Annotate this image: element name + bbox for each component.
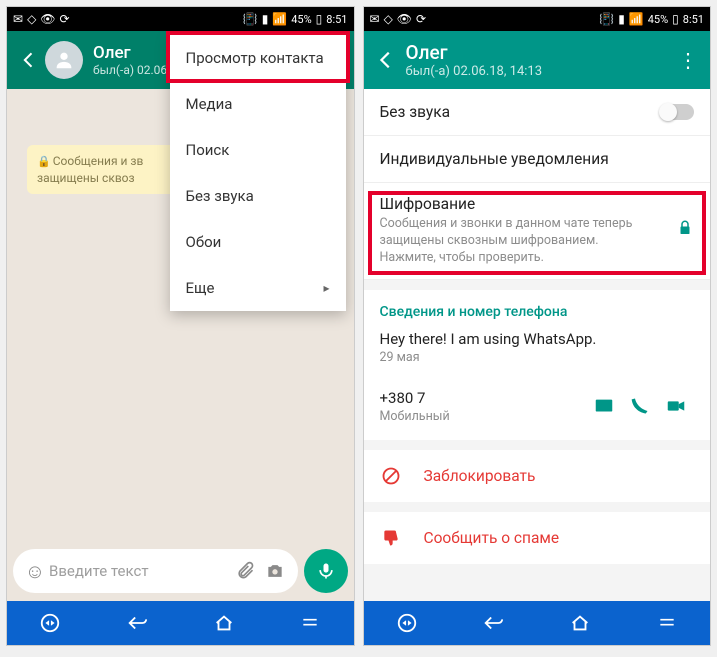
- battery-percent: 45%: [648, 13, 668, 26]
- input-placeholder: Введите текст: [49, 562, 230, 580]
- menu-wallpaper[interactable]: Обои: [170, 219, 346, 265]
- battery-icon: ▯: [316, 13, 323, 25]
- signal-icon: ▮: [618, 13, 625, 25]
- battery-percent: 45%: [291, 13, 311, 26]
- phone-type: Мобильный: [380, 409, 587, 424]
- eye-icon: 👁: [40, 13, 55, 25]
- call-icon[interactable]: [622, 396, 658, 416]
- avatar[interactable]: [45, 41, 83, 79]
- encryption-row[interactable]: Шифрование Сообщения и звонки в данном ч…: [364, 183, 711, 280]
- home-nav-icon[interactable]: [204, 612, 244, 634]
- signal-icon: 📶: [272, 13, 287, 25]
- clock: 8:51: [683, 13, 704, 26]
- back-icon[interactable]: [17, 50, 41, 70]
- home-nav-icon[interactable]: [560, 612, 600, 634]
- status-bar: ✉ ◇ 👁 ⟳ 📳 ▮ 📶 45% ▯ 8:51: [7, 7, 354, 31]
- message-icon[interactable]: [586, 395, 622, 417]
- mail-icon: ✉: [13, 13, 23, 25]
- lock-icon: 🔒: [37, 155, 51, 168]
- phone-right: ✉ ◇ 👁 ⟳ 📳 ▮ 📶 45% ▯ 8:51 Олег был(-а) 02…: [363, 6, 712, 646]
- contact-subtitle: был(-а) 02.06.18, 14:13: [406, 64, 677, 79]
- menu-mute[interactable]: Без звука: [170, 173, 346, 219]
- encryption-chip: 🔒Сообщения и зв защищены сквоз: [27, 145, 177, 194]
- phone-left: ✉ ◇ 👁 ⟳ 📳 ▮ 📶 45% ▯ 8:51 Олег был(-а) 02…: [6, 6, 355, 646]
- chevron-right-icon: ▸: [323, 281, 329, 295]
- eye-icon: 👁: [397, 13, 412, 25]
- contact-info-body: Без звука Индивидуальные уведомления Шиф…: [364, 89, 711, 601]
- contact-info-header: Олег был(-а) 02.06.18, 14:13 ⋮: [364, 31, 711, 89]
- report-row[interactable]: Сообщить о спаме: [364, 512, 711, 564]
- options-menu: Просмотр контакта Медиа Поиск Без звука …: [170, 35, 346, 311]
- block-row[interactable]: Заблокировать: [364, 450, 711, 502]
- video-icon[interactable]: [658, 395, 694, 417]
- back-icon[interactable]: [374, 49, 398, 71]
- block-icon: [380, 466, 402, 486]
- mail-icon: ✉: [370, 13, 380, 25]
- menu-media[interactable]: Медиа: [170, 81, 346, 127]
- status-bar: ✉ ◇ 👁 ⟳ 📳 ▮ 📶 45% ▯ 8:51: [364, 7, 711, 31]
- message-input[interactable]: ☺ Введите текст: [13, 549, 298, 593]
- contact-title: Олег: [406, 41, 677, 64]
- phone-number-row[interactable]: +380 7 Мобильный: [364, 379, 711, 440]
- lock-icon: [676, 219, 694, 242]
- menu-view-contact[interactable]: Просмотр контакта: [170, 35, 346, 81]
- back-nav-icon[interactable]: [117, 612, 157, 634]
- thumb-down-icon: [380, 528, 402, 548]
- signal-icon: ▮: [262, 13, 269, 25]
- about-text: Hey there! I am using WhatsApp.: [380, 330, 695, 348]
- phone-number: +380 7: [380, 389, 587, 407]
- teamviewer-nav-icon[interactable]: [387, 612, 427, 634]
- clock: 8:51: [326, 13, 347, 26]
- about-block[interactable]: Hey there! I am using WhatsApp. 29 мая: [364, 324, 711, 379]
- input-bar: ☺ Введите текст: [7, 547, 354, 601]
- emoji-icon[interactable]: ☺: [21, 559, 49, 584]
- sync-icon: ⟳: [416, 13, 426, 25]
- attach-icon[interactable]: [230, 561, 260, 581]
- menu-more[interactable]: Еще ▸: [170, 265, 346, 311]
- mute-toggle[interactable]: [660, 104, 694, 120]
- recents-nav-icon[interactable]: [647, 613, 687, 633]
- teamviewer-icon: ◇: [27, 13, 36, 25]
- signal-icon: 📶: [629, 13, 644, 25]
- battery-icon: ▯: [672, 13, 679, 25]
- about-date: 29 мая: [380, 350, 695, 365]
- teamviewer-nav-icon[interactable]: [30, 612, 70, 634]
- sync-icon: ⟳: [60, 13, 70, 25]
- about-section-header: Сведения и номер телефона: [364, 290, 711, 324]
- mute-row[interactable]: Без звука: [364, 89, 711, 136]
- more-icon[interactable]: ⋮: [676, 48, 700, 72]
- android-nav-bar: [7, 601, 354, 645]
- back-nav-icon[interactable]: [473, 612, 513, 634]
- custom-notifications-row[interactable]: Индивидуальные уведомления: [364, 136, 711, 183]
- encryption-title: Шифрование: [380, 195, 677, 213]
- camera-icon[interactable]: [260, 561, 290, 581]
- teamviewer-icon: ◇: [384, 13, 393, 25]
- menu-search[interactable]: Поиск: [170, 127, 346, 173]
- mic-button[interactable]: [304, 549, 348, 593]
- android-nav-bar: [364, 601, 711, 645]
- vibrate-icon: 📳: [599, 13, 614, 25]
- vibrate-icon: 📳: [243, 13, 258, 25]
- recents-nav-icon[interactable]: [290, 613, 330, 633]
